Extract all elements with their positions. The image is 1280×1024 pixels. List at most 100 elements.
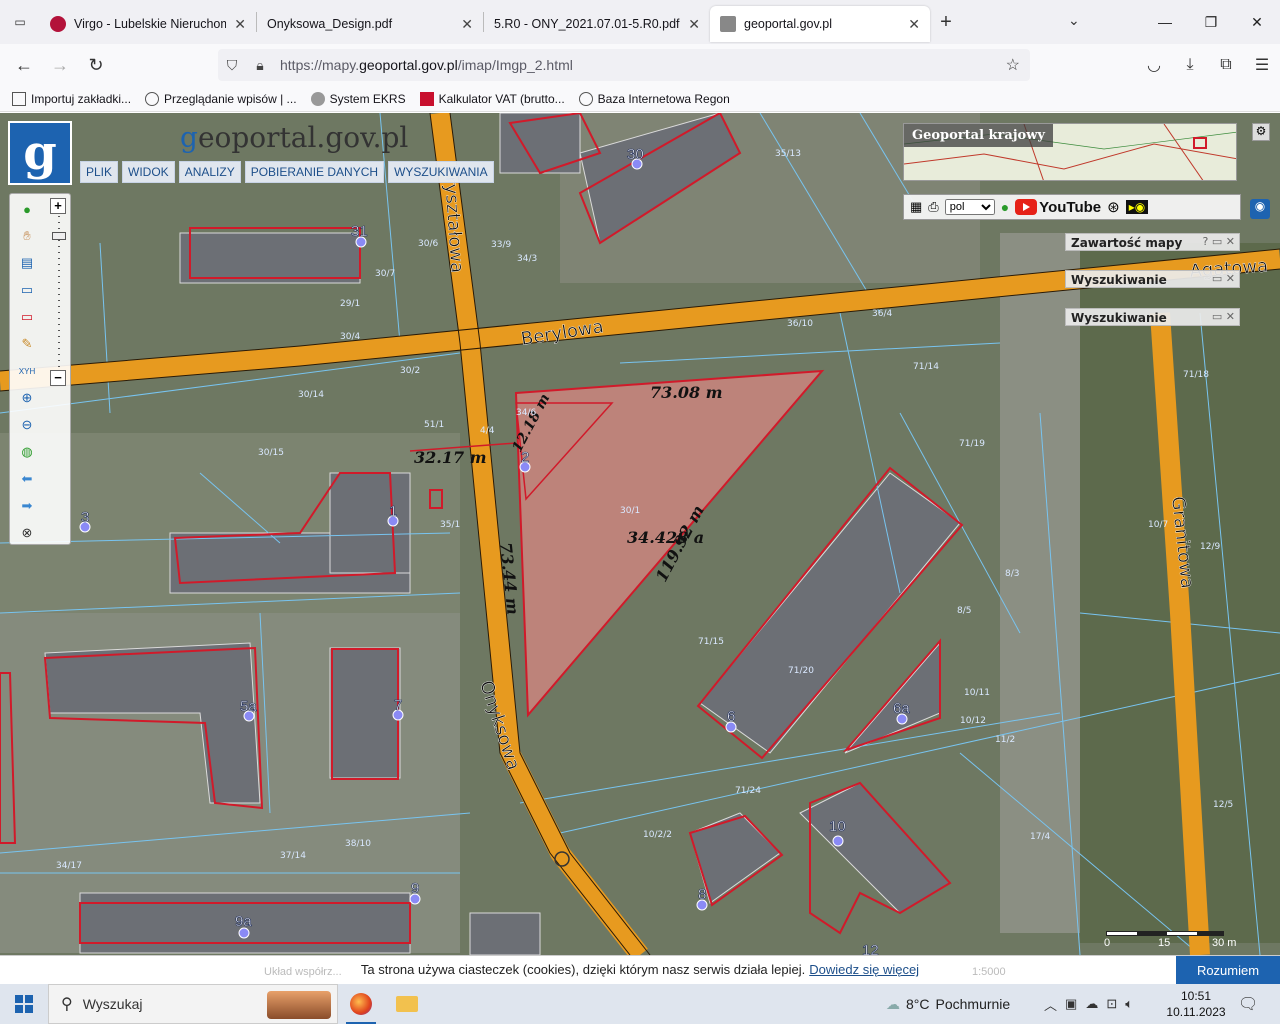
help-icon[interactable]: ● [1001,199,1009,215]
file-explorer-taskbar-icon[interactable] [384,984,430,1024]
svg-text:8/5: 8/5 [957,606,971,616]
bookmark-ekrs[interactable]: System EKRS [310,91,406,106]
printer-icon[interactable]: ⎙ [928,199,938,215]
panel-zawartosc-mapy[interactable]: Zawartość mapy ? ▭ ✕ [1065,233,1240,251]
forward-arrow-icon[interactable]: ➡ [16,495,38,517]
measure-label: 32.17 m [414,448,487,467]
contrast-icon[interactable]: ▸◉ [1125,200,1149,214]
xyh-icon[interactable]: XYH [16,360,38,382]
firefox-taskbar-icon[interactable] [338,984,384,1024]
close-tab-icon[interactable]: ✕ [688,16,700,33]
tab-ony-pdf[interactable]: 5.R0 - ONY_2021.07.01-5.R0.pdf ✕ [484,6,710,42]
menu-plik[interactable]: PLIK [80,161,119,183]
tab-overview-icon[interactable]: ▭ [0,0,40,44]
panel-title: Wyszukiwanie [1071,273,1167,287]
pan-hand-icon[interactable]: ✋︎ [16,225,38,247]
download-icon[interactable]: ⤓ [1172,56,1208,74]
svg-text:12/9: 12/9 [1200,542,1220,552]
svg-text:71/19: 71/19 [959,439,985,449]
extensions-icon[interactable]: ⧉ [1208,56,1244,74]
svg-text:36/10: 36/10 [787,319,813,329]
panel-controls[interactable]: ▭ ✕ [1212,310,1235,323]
back-icon[interactable]: ← [6,55,42,76]
tab-geoportal[interactable]: geoportal.gov.pl ✕ [710,6,930,42]
zoom-minus-button[interactable]: − [50,370,66,386]
close-tab-icon[interactable]: ✕ [461,16,473,33]
geoportal-logo[interactable]: g [8,121,72,185]
bookmark-przegladanie[interactable]: Przeglądanie wpisów | ... [145,91,297,106]
reload-icon[interactable]: ↻ [78,55,114,76]
info-icon[interactable]: ● [16,198,38,220]
clock[interactable]: 10:51 10.11.2023 [1160,988,1232,1020]
minimize-icon[interactable]: — [1142,0,1188,44]
new-tab-icon[interactable]: + [930,11,962,34]
layers-icon[interactable]: ▤ [16,252,38,274]
lock-icon[interactable]: 🔒︎ [246,57,274,74]
bookmark-regon[interactable]: Baza Internetowa Regon [578,91,730,106]
accessibility-icon[interactable]: ⊛ [1107,198,1120,216]
globe-icon[interactable]: ◍ [16,441,38,463]
notification-icon[interactable]: 🗨︎ [1238,994,1258,1014]
bookmark-vat[interactable]: Kalkulator VAT (brutto... [419,91,565,106]
pocket-icon[interactable]: ◡ [1136,55,1172,75]
network-icon[interactable]: ⊡ [1106,996,1117,1012]
forward-icon[interactable]: → [42,55,78,76]
chevron-down-icon[interactable]: ⌄ [1068,12,1080,29]
reset-icon[interactable]: ⊗ [16,522,38,544]
menu-icon[interactable]: ☰ [1244,55,1280,75]
zoom-slider[interactable]: + − [50,198,68,388]
close-tab-icon[interactable]: ✕ [908,16,920,33]
tab-onyksowa-design[interactable]: Onyksowa_Design.pdf ✕ [257,6,483,42]
close-window-icon[interactable]: ✕ [1234,0,1280,44]
language-select[interactable]: pol [944,199,995,215]
eye-icon[interactable]: ◉ [1250,199,1270,219]
panel-title: Zawartość mapy [1071,236,1183,250]
overview-map[interactable]: Geoportal krajowy [903,123,1237,181]
map-viewport[interactable]: 73.08 m 32.17 m 12.18 m 73.44 m 119.92 m… [0,113,1280,955]
pencil-icon[interactable]: ✎ [16,333,38,355]
url-bar[interactable]: ⛉ 🔒︎ https://mapy.geoportal.gov.pl/imap/… [218,49,1030,81]
panel-wyszukiwanie-1[interactable]: Wyszukiwanie ▭ ✕ [1065,270,1240,288]
zoom-out-icon[interactable]: ⊖ [16,414,38,436]
chevron-up-icon[interactable]: ︿ [1044,995,1057,1014]
menu-widok[interactable]: WIDOK [122,161,175,183]
youtube-link[interactable]: YouTube [1015,199,1101,216]
bookmark-star-icon[interactable]: ☆ [1006,55,1020,75]
cookie-accept-button[interactable]: Rozumiem [1176,956,1280,984]
svg-text:71/18: 71/18 [1183,370,1209,380]
geoportal-title: geoportal.gov.pl [180,121,409,154]
panel-wyszukiwanie-2[interactable]: Wyszukiwanie ▭ ✕ [1065,308,1240,326]
weather-widget[interactable]: ☁ 8°C Pochmurnie [886,984,1010,1024]
table-icon[interactable]: ▦ [910,199,922,215]
tab-virgo[interactable]: Virgo - Lubelskie Nieruchomoś ✕ [40,6,256,42]
zoom-plus-button[interactable]: + [50,198,66,214]
svg-text:4/4: 4/4 [480,426,495,436]
menu-wyszukiwania[interactable]: WYSZUKIWANIA [388,161,494,183]
meet-icon[interactable]: ▣ [1065,996,1077,1012]
cookie-more-link[interactable]: Dowiedz się więcej [809,962,919,977]
windows-start-icon[interactable] [0,984,48,1024]
panel-controls[interactable]: ? ▭ ✕ [1203,235,1235,248]
gear-icon[interactable]: ⚙ [1252,123,1270,141]
taskbar-search[interactable]: ⚲ Wyszukaj [48,984,338,1024]
close-tab-icon[interactable]: ✕ [234,16,246,33]
virgo-favicon-icon [50,16,66,32]
overview-label: Geoportal krajowy [904,124,1053,147]
menu-pobieranie-danych[interactable]: POBIERANIE DANYCH [244,161,385,183]
bookmark-import[interactable]: Importuj zakładki... [12,91,132,106]
select-icon[interactable]: ▭ [16,279,38,301]
back-arrow-icon[interactable]: ⬅ [16,468,38,490]
bookmark-label: Importuj zakładki... [31,91,132,106]
restore-icon[interactable]: ❐ [1188,0,1234,44]
select-red-icon[interactable]: ▭ [16,306,38,328]
onedrive-cloud-icon[interactable]: ☁ [1085,996,1098,1012]
url-text[interactable]: https://mapy.geoportal.gov.pl/imap/Imgp_… [280,57,573,73]
svg-text:12: 12 [862,942,879,955]
svg-text:1: 1 [389,503,397,520]
zoom-knob[interactable] [52,232,66,240]
zoom-in-icon[interactable]: ⊕ [16,387,38,409]
menu-analizy[interactable]: ANALIZY [178,161,241,183]
shield-icon[interactable]: ⛉ [218,57,246,74]
volume-icon[interactable]: 🔈︎ [1125,996,1133,1012]
panel-controls[interactable]: ▭ ✕ [1212,272,1235,285]
